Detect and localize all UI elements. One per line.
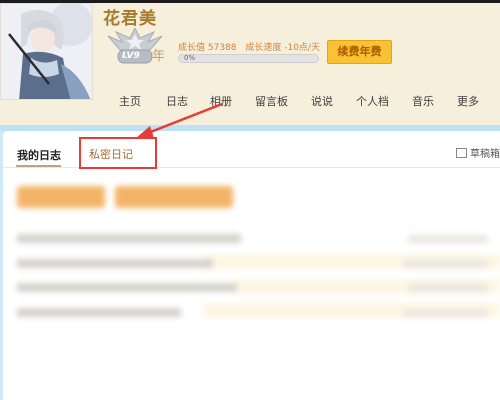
diary-panel: 我的日志 私密日记 草稿箱 <box>3 131 500 400</box>
avatar[interactable] <box>0 3 93 100</box>
highlight-box <box>79 137 157 169</box>
blurred-row-date <box>403 260 488 268</box>
tab-divider <box>3 167 500 168</box>
drafts-label: 草稿箱 <box>470 149 500 160</box>
blurred-button <box>17 186 105 208</box>
drafts-button[interactable]: 草稿箱 <box>456 145 500 160</box>
blurred-row <box>17 259 213 268</box>
blurred-row <box>17 234 241 243</box>
profile-header: 花君美 LV9 年 成长值 57388 成长速度 -10点/天 0% 续费年费 … <box>0 3 500 125</box>
drafts-icon <box>456 148 467 158</box>
blurred-row <box>17 308 181 317</box>
year-label: 年 <box>152 49 166 64</box>
blurred-row-date <box>403 309 488 317</box>
tab-my-diary[interactable]: 我的日志 <box>17 147 61 163</box>
blurred-row <box>17 283 237 292</box>
blurred-row-date <box>408 235 488 243</box>
nav-item-home[interactable]: 主页 <box>119 93 141 109</box>
growth-progress-bar: 0% <box>178 54 319 63</box>
growth-info: 成长值 57388 成长速度 -10点/天 <box>178 40 326 53</box>
nav-item-profile[interactable]: 个人档 <box>356 93 389 109</box>
level-label: LV9 <box>122 51 140 61</box>
growth-speed: 成长速度 -10点/天 <box>245 43 320 53</box>
nav-item-music[interactable]: 音乐 <box>412 93 434 109</box>
nav-item-more[interactable]: 更多 <box>457 93 479 109</box>
growth-progress-text: 0% <box>184 54 196 62</box>
profile-nickname[interactable]: 花君美 <box>103 4 157 29</box>
nav-item-album[interactable]: 相册 <box>210 93 232 109</box>
renew-annual-button[interactable]: 续费年费 <box>327 40 392 64</box>
growth-value: 成长值 57388 <box>178 43 237 53</box>
nav-item-blog[interactable]: 日志 <box>166 93 188 109</box>
blurred-row-date <box>408 284 488 292</box>
blurred-button <box>115 186 233 208</box>
nav-item-moments[interactable]: 说说 <box>311 93 333 109</box>
nav-item-guestbook[interactable]: 留言板 <box>255 93 288 109</box>
